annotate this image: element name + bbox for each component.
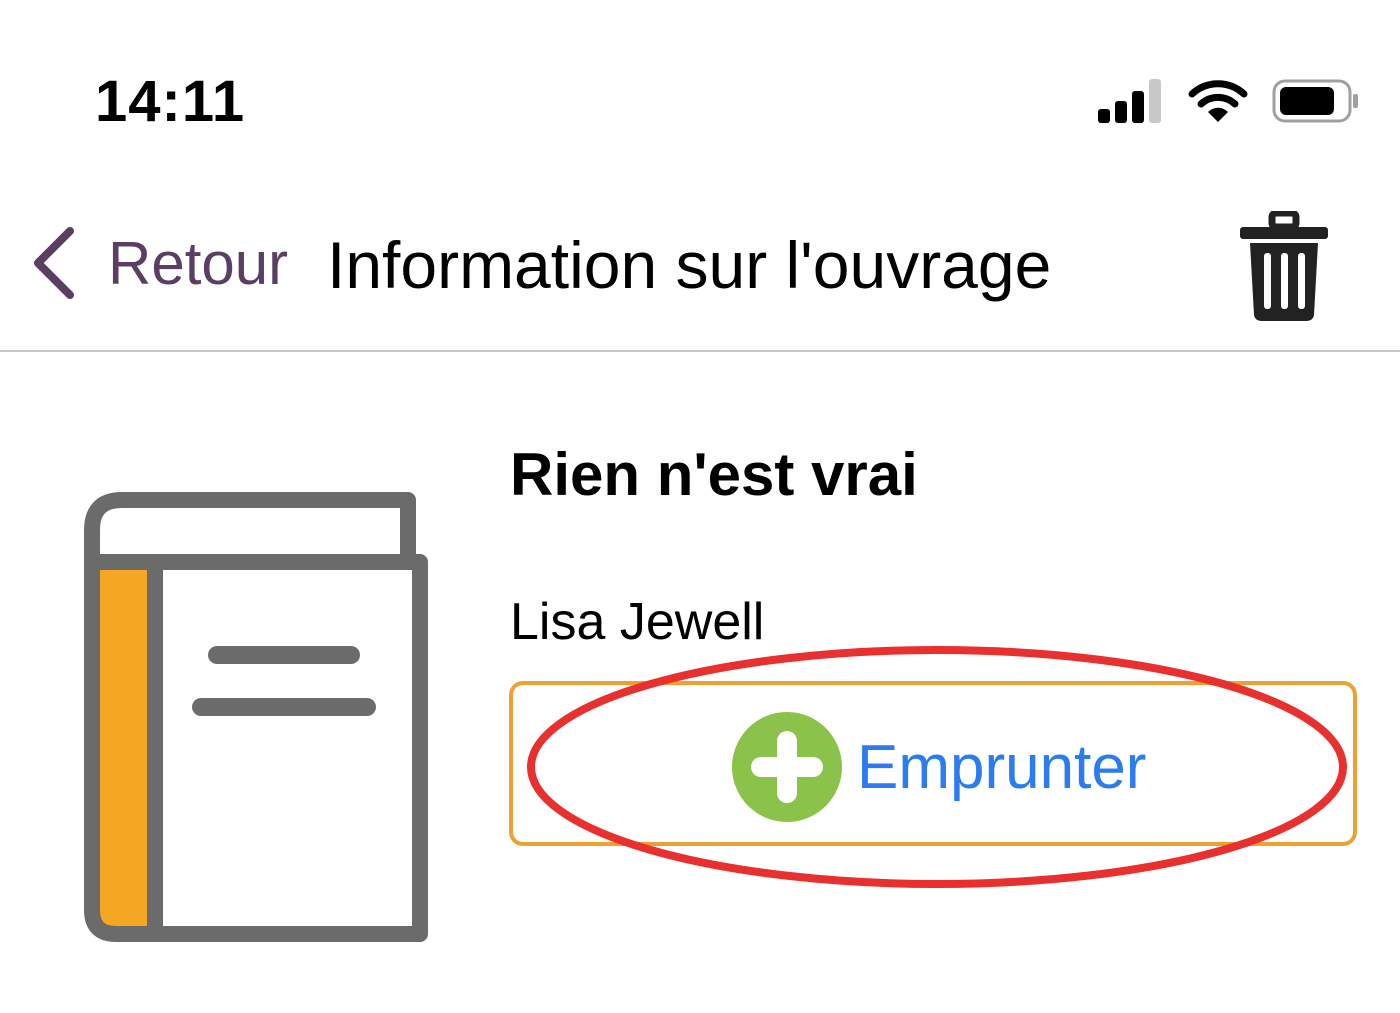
book-author: Lisa Jewell (510, 593, 765, 651)
status-time: 14:11 (95, 69, 246, 134)
page-title: Information sur l'ouvrage (327, 228, 1052, 302)
chevron-left-icon (34, 227, 74, 299)
navbar: Retour Information sur l'ouvrage (0, 195, 1400, 350)
back-label: Retour (108, 229, 289, 297)
book-icon (84, 492, 428, 942)
delete-button[interactable] (1236, 209, 1332, 328)
battery-icon (1272, 79, 1358, 123)
navbar-divider (0, 350, 1400, 352)
book-title: Rien n'est vrai (510, 441, 918, 508)
wifi-icon (1188, 80, 1248, 122)
plus-circle-icon (732, 712, 842, 822)
trash-icon (1240, 209, 1328, 321)
borrow-button[interactable]: Emprunter (509, 681, 1357, 846)
back-button[interactable]: Retour (28, 225, 288, 301)
borrow-button-content: Emprunter (731, 711, 1146, 823)
signal-icon (1098, 79, 1161, 123)
screen: 14:11 Retour Information sur l'ouvrage R… (0, 0, 1400, 1013)
borrow-label: Emprunter (857, 732, 1147, 802)
book-cover (78, 490, 430, 947)
status-icons (1098, 78, 1360, 124)
